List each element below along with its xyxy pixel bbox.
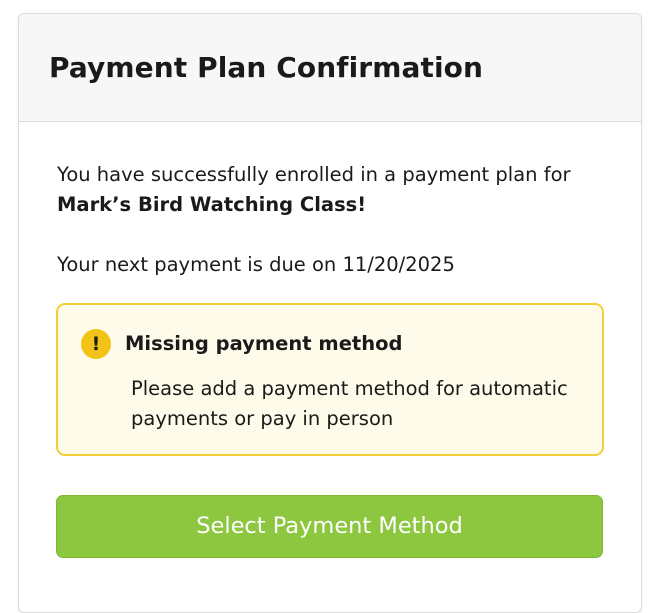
next-payment-due: Your next payment is due on 11/20/2025 [57, 253, 455, 276]
enrollment-text: You have successfully enrolled in a paym… [57, 163, 571, 186]
select-payment-method-button[interactable]: Select Payment Method [56, 495, 603, 558]
alert-message: Please add a payment method for automati… [131, 377, 568, 430]
card-header: Payment Plan Confirmation [19, 14, 641, 122]
page-title: Payment Plan Confirmation [49, 51, 484, 84]
enrollment-message: You have successfully enrolled in a paym… [57, 160, 603, 220]
class-name: Mark’s Bird Watching Class! [57, 193, 367, 216]
exclamation-icon: ! [81, 329, 111, 359]
card-body: You have successfully enrolled in a paym… [19, 160, 641, 280]
payment-plan-card: Payment Plan Confirmation You have succe… [18, 13, 642, 613]
alert-title: Missing payment method [125, 332, 403, 355]
missing-payment-alert: ! Missing payment method Please add a pa… [56, 303, 604, 456]
